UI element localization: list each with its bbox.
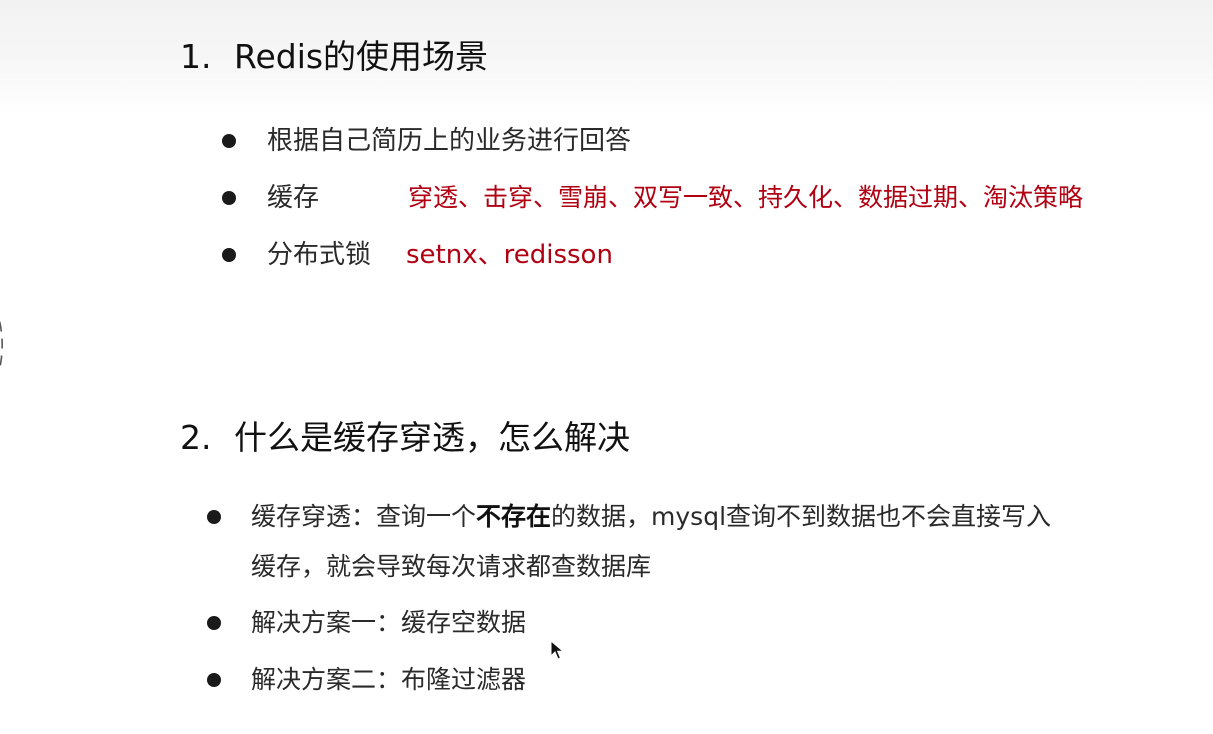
- list-item-label: 缓存: [267, 183, 320, 213]
- section1-heading: 1. Redis的使用场景: [180, 37, 488, 77]
- bullet-icon: [207, 673, 221, 687]
- definition-emphasis: 不存在: [476, 502, 552, 531]
- definition-prefix: 缓存穿透：查询一个: [251, 502, 477, 531]
- section1-number: 1.: [180, 37, 212, 76]
- solution-two: 解决方案二：布隆过滤器: [251, 665, 527, 694]
- list-item-label: 分布式锁: [267, 240, 372, 270]
- bullet-icon: [207, 616, 221, 630]
- section2-heading: 2. 什么是缓存穿透，怎么解决: [180, 418, 630, 458]
- bullet-icon: [222, 191, 236, 205]
- section1-title: Redis的使用场景: [234, 37, 489, 76]
- definition-suffix: 的数据，mysql查询不到数据也不会直接写入: [551, 502, 1052, 531]
- decorative-dashed-arc: [0, 319, 3, 371]
- bullet-icon: [222, 248, 236, 262]
- bullet-icon: [207, 510, 221, 524]
- mouse-cursor-icon: [550, 640, 564, 660]
- definition-continuation: 缓存，就会导致每次请求都查数据库: [251, 552, 652, 581]
- section2-number: 2.: [180, 418, 212, 457]
- section2-title: 什么是缓存穿透，怎么解决: [234, 418, 630, 457]
- list-item-text: 缓存穿透：查询一个不存在的数据，mysql查询不到数据也不会直接写入: [251, 501, 1051, 533]
- solution-one: 解决方案一：缓存空数据: [251, 608, 527, 637]
- list-item-detail: 穿透、击穿、雪崩、双写一致、持久化、数据过期、淘汰策略: [408, 183, 1084, 212]
- bullet-icon: [222, 134, 236, 148]
- list-item-detail: setnx、redisson: [406, 240, 613, 270]
- list-item-label: 根据自己简历上的业务进行回答: [267, 126, 632, 156]
